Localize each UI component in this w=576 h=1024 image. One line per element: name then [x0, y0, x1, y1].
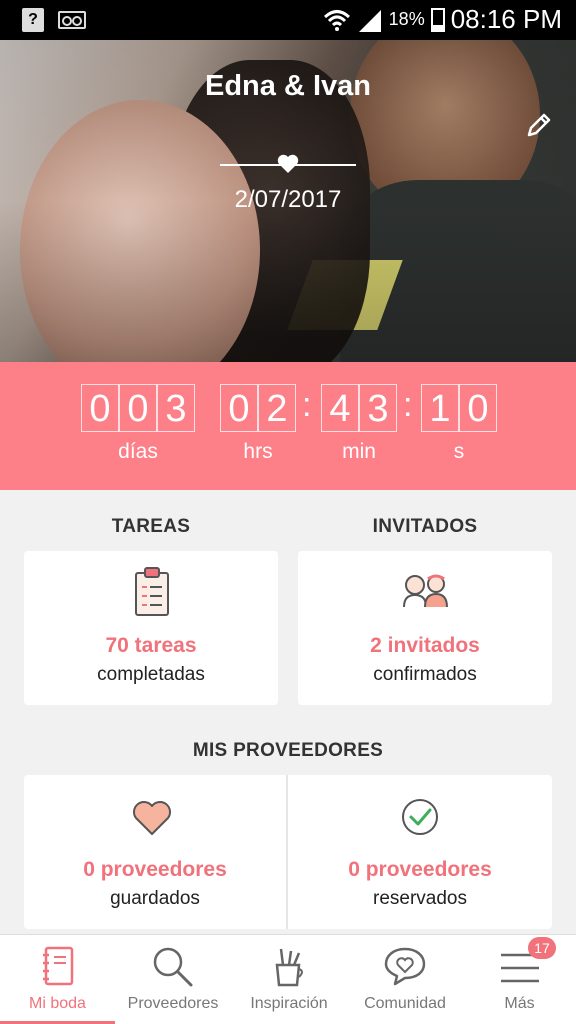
edit-pencil-icon[interactable]	[524, 110, 554, 140]
seconds-digit: 1	[421, 384, 459, 432]
heart-icon	[277, 154, 299, 173]
time-separator: :	[403, 386, 413, 424]
wedding-date: 2/07/2017	[234, 186, 342, 213]
chat-heart-icon	[384, 947, 426, 986]
hours-label: hrs	[243, 440, 273, 463]
booked-vendors[interactable]: 0 proveedores reservados	[288, 775, 552, 929]
saved-vendors-count: 0 proveedores	[83, 858, 227, 881]
guests-title: INVITADOS	[372, 516, 478, 537]
wifi-icon	[323, 9, 350, 31]
nav-mas[interactable]: 17 Más	[463, 935, 576, 1024]
nav-proveedores[interactable]: Proveedores	[115, 935, 231, 1024]
tasks-title: TAREAS	[111, 516, 191, 537]
days-digit: 0	[119, 384, 157, 432]
couple-photo: Edna & Ivan 2/07/2017	[0, 40, 576, 362]
booked-vendors-count: 0 proveedores	[348, 858, 492, 881]
days-digit: 0	[81, 384, 119, 432]
check-circle-icon	[402, 799, 438, 835]
tasks-card[interactable]: 70 tareas completadas	[24, 551, 278, 705]
minutes-digit: 4	[321, 384, 359, 432]
notification-badge: 17	[528, 937, 556, 959]
guests-couple-icon	[403, 574, 448, 608]
seconds-digit: 0	[459, 384, 497, 432]
nav-inspiracion[interactable]: Inspiración	[231, 935, 347, 1024]
battery-icon	[430, 7, 445, 32]
booked-vendors-sub: reservados	[373, 888, 467, 909]
voicemail-icon	[58, 11, 86, 29]
nav-label: Inspiración	[250, 995, 328, 1012]
clock: 08:16 PM	[450, 4, 562, 34]
hours-digit: 0	[220, 384, 258, 432]
countdown: 0 0 3 0 2 : 4 3 : 1 0 días hrs min s	[0, 362, 576, 490]
status-bar: ? 18% 08:16 PM	[0, 0, 576, 40]
nav-label: Mi boda	[29, 995, 86, 1012]
seconds-label: s	[453, 440, 465, 463]
vendors-title: MIS PROVEEDORES	[192, 740, 384, 761]
minutes-digit: 3	[359, 384, 397, 432]
heart-icon	[133, 801, 171, 835]
time-separator: :	[302, 386, 312, 424]
nav-mi-boda[interactable]: Mi boda	[0, 935, 115, 1024]
nav-comunidad[interactable]: Comunidad	[347, 935, 463, 1024]
notebook-icon	[42, 946, 73, 986]
days-digit: 3	[157, 384, 195, 432]
tasks-count: 70 tareas	[105, 634, 197, 657]
minutes-label: min	[342, 440, 376, 463]
days-label: días	[118, 440, 158, 463]
nav-label: Proveedores	[127, 995, 219, 1012]
search-icon	[153, 947, 193, 987]
clipboard-checklist-icon	[135, 567, 169, 616]
signal-icon	[358, 9, 381, 32]
saved-vendors[interactable]: 0 proveedores guardados	[24, 775, 286, 929]
help-notification-icon: ?	[22, 8, 44, 32]
guests-sub: confirmados	[373, 664, 477, 685]
vendors-card: 0 proveedores guardados 0 proveedores re…	[24, 775, 552, 929]
nav-label: Más	[504, 995, 535, 1012]
bottom-navigation: Mi boda Proveedores Inspiración Comunida…	[0, 934, 576, 1024]
guests-count: 2 invitados	[370, 634, 480, 657]
pencil-cup-icon	[275, 948, 303, 987]
nav-label: Comunidad	[364, 995, 446, 1012]
battery-percent: 18%	[388, 9, 425, 29]
guests-card[interactable]: 2 invitados confirmados	[298, 551, 552, 705]
tasks-sub: completadas	[97, 664, 205, 685]
hours-digit: 2	[258, 384, 296, 432]
saved-vendors-sub: guardados	[110, 888, 200, 909]
couple-names: Edna & Ivan	[205, 70, 371, 102]
